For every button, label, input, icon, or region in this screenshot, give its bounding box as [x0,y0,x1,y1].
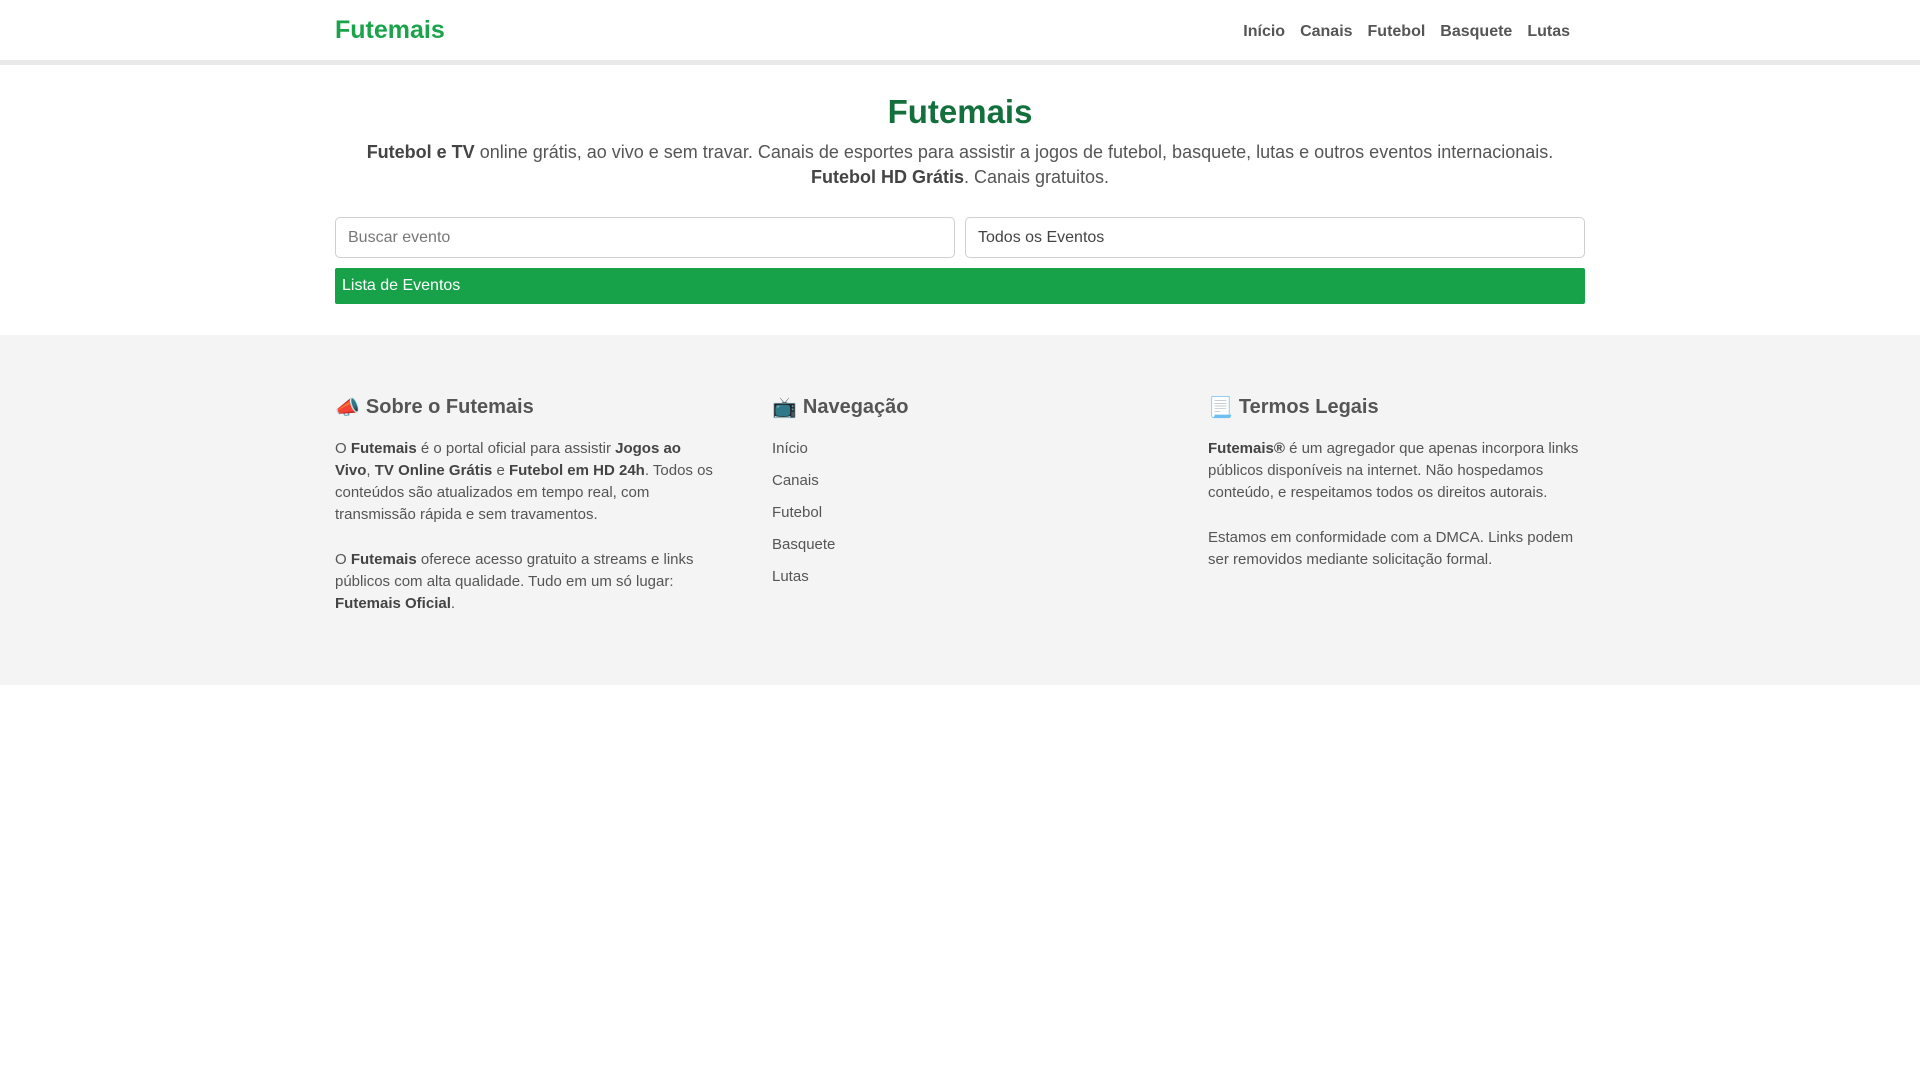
tv-icon: 📺 [772,397,797,419]
legal-text: Futemais® é um agregador que apenas inco… [1208,438,1588,571]
about-paragraph-1: O Futemais é o portal oficial para assis… [335,438,715,526]
legal-p1-bold: Futemais® [1208,440,1285,457]
list-item: Início [772,438,1152,460]
legal-paragraph-2: Estamos em conformidade com a DMCA. Link… [1208,529,1574,568]
about-p2-d: Futemais Oficial [335,595,451,612]
main-nav: Início Canais Futebol Basquete Lutas [1243,23,1570,41]
hero-description: Futebol e TV online grátis, ao vivo e se… [330,140,1590,190]
about-p1-b: Futemais [350,440,417,457]
top-navbar: Futemais Início Canais Futebol Basquete … [0,0,1920,65]
document-icon: 📃 [1208,397,1233,419]
legal-paragraph-1: Futemais® é um agregador que apenas inco… [1208,438,1588,504]
nav-lutas[interactable]: Lutas [1527,23,1570,41]
navigation-title: Navegação [802,396,909,418]
brand-logo-link[interactable]: Futemais [335,16,445,45]
hero-line1-bold: Futebol e TV [366,142,475,162]
list-item: Lutas [772,566,1152,588]
footer-link-canais[interactable]: Canais [772,472,819,489]
list-item: Futebol [772,502,1152,524]
hero-section: Futemais Futebol e TV online grátis, ao … [0,70,1920,190]
about-p2-a: O [335,551,351,568]
about-p1-h: Futebol em HD 24h [508,462,645,479]
megaphone-icon: 📣 [335,397,360,419]
about-p2-e: . [450,595,456,612]
legal-heading: 📃 Termos Legais [1208,395,1588,420]
footer-legal: 📃 Termos Legais Futemais® é um agregador… [1208,395,1588,571]
page-title: Futemais [887,93,1033,130]
footer-link-futebol[interactable]: Futebol [772,504,822,521]
event-list-header: Lista de Eventos [335,268,1585,304]
about-text: O Futemais é o portal oficial para assis… [335,438,715,615]
about-p1-g: e [492,462,509,479]
nav-basquete[interactable]: Basquete [1440,23,1512,41]
list-item: Basquete [772,534,1152,556]
hero-line1-text: online grátis, ao vivo e sem travar. Can… [474,142,1554,162]
site-footer: 📣 Sobre o Futemais O Futemais é o portal… [0,335,1920,685]
nav-canais[interactable]: Canais [1300,23,1352,41]
hero-line2-text: . Canais gratuitos. [963,167,1110,187]
search-input[interactable] [335,217,955,258]
about-title: Sobre o Futemais [365,396,534,418]
about-p1-a: O [335,440,351,457]
about-p1-e: , [366,462,375,479]
about-paragraph-2: O Futemais oferece acesso gratuito a str… [335,549,715,615]
list-item: Canais [772,470,1152,492]
footer-navigation: 📺 Navegação Início Canais Futebol Basque… [772,395,1152,598]
about-heading: 📣 Sobre o Futemais [335,395,715,420]
footer-nav-list: Início Canais Futebol Basquete Lutas [772,438,1152,588]
legal-title: Termos Legais [1238,396,1379,418]
footer-link-basquete[interactable]: Basquete [772,536,835,553]
footer-link-lutas[interactable]: Lutas [772,568,809,585]
about-p1-f: TV Online Grátis [374,462,493,479]
nav-inicio[interactable]: Início [1243,23,1285,41]
about-p1-c: é o portal oficial para assistir [416,440,616,457]
event-filter-select[interactable]: Todos os Eventos [965,217,1585,258]
hero-line2-bold: Futebol HD Grátis [810,167,964,187]
footer-about: 📣 Sobre o Futemais O Futemais é o portal… [335,395,715,615]
navigation-heading: 📺 Navegação [772,395,1152,420]
about-p2-b: Futemais [350,551,417,568]
nav-futebol[interactable]: Futebol [1368,23,1426,41]
footer-link-inicio[interactable]: Início [772,440,808,457]
